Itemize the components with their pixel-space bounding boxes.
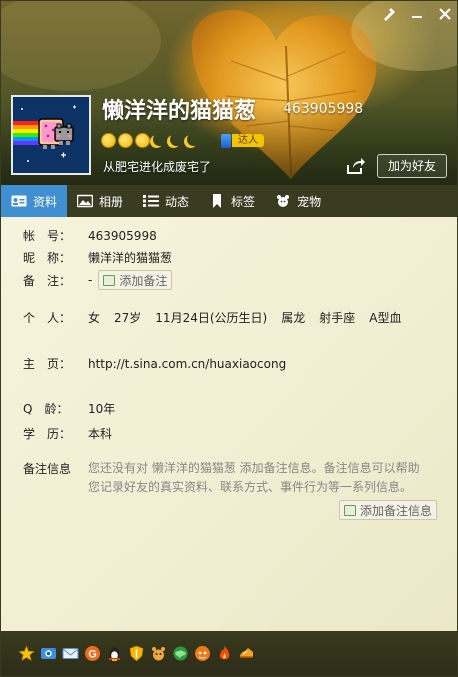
feed-icon (143, 194, 160, 208)
share-icon[interactable] (345, 156, 365, 176)
tab-profile[interactable]: 资料 (1, 185, 68, 217)
zodiac-value: 属龙 (281, 311, 306, 325)
birthday-value: 11月24日(公历生日) (155, 311, 268, 325)
moon-icon (186, 133, 201, 148)
education-label: 学 历： (23, 427, 72, 441)
account-label: 帐 号： (23, 229, 72, 243)
tag-icon (209, 194, 225, 208)
remark-label: 备 注： (23, 273, 72, 288)
homepage-link[interactable]: http://t.sina.com.cn/huaxiaocong (88, 357, 286, 371)
gender-value: 女 (88, 311, 101, 325)
tab-feed[interactable]: 动态 (133, 185, 199, 217)
fire-icon[interactable] (194, 645, 211, 662)
add-friend-button[interactable]: 加为好友 (377, 154, 447, 178)
remark-value: - (88, 273, 93, 287)
education-row: 学 历： 本科 (23, 425, 112, 442)
expert-badge[interactable]: 达人 (221, 133, 264, 148)
penguin-icon[interactable] (106, 645, 123, 662)
badge-label: 达人 (232, 134, 264, 147)
tab-bar: 资料 相册 动态 标签 宠物 (1, 185, 457, 217)
homepage-row: 主 页： http://t.sina.com.cn/huaxiaocong (23, 355, 286, 372)
constellation-value: 射手座 (319, 311, 356, 325)
add-remark-button[interactable]: 添加备注 (98, 270, 173, 290)
edit-note-icon (103, 274, 116, 286)
nickname-label: 昵 称： (23, 251, 72, 265)
qage-label: Q 龄： (23, 402, 69, 416)
pet-icon[interactable] (150, 645, 167, 662)
avatar[interactable] (11, 95, 91, 175)
tab-album[interactable]: 相册 (67, 185, 133, 217)
mail-icon[interactable] (62, 645, 79, 662)
star-icon[interactable] (18, 645, 35, 662)
nickname-value: 懒洋洋的猫猫葱 (88, 251, 173, 265)
nickname-row: 昵 称： 懒洋洋的猫猫葱 (23, 249, 172, 266)
qage-value: 10年 (88, 402, 116, 416)
shield-icon[interactable] (128, 645, 145, 662)
tab-label: 动态 (165, 194, 190, 209)
id-card-icon (11, 194, 27, 208)
homepage-label: 主 页： (23, 357, 72, 371)
add-note-info-label: 添加备注信息 (360, 503, 433, 518)
tab-tags[interactable]: 标签 (199, 185, 265, 217)
account-value: 463905998 (88, 228, 157, 243)
globe-icon[interactable] (172, 645, 189, 662)
skin-icon[interactable] (381, 7, 397, 23)
sun-icon (135, 133, 150, 148)
shoe-icon[interactable] (238, 645, 255, 662)
note-info-description: 您还没有对 懒洋洋的猫猫葱 添加备注信息。备注信息可以帮助您记录好友的真实资料、… (88, 461, 420, 494)
bottom-toolbar: G (1, 631, 457, 676)
flame-icon[interactable] (216, 645, 233, 662)
account-row: 帐 号： 463905998 (23, 227, 157, 244)
moon-icon (152, 133, 167, 148)
age-value: 27岁 (114, 311, 142, 325)
note-info-row: 备注信息 (23, 460, 88, 477)
tab-label: 标签 (231, 194, 256, 209)
g-icon[interactable]: G (84, 645, 101, 662)
pet-icon (275, 194, 291, 208)
window-controls (381, 7, 453, 23)
add-remark-label: 添加备注 (119, 273, 168, 288)
close-icon[interactable] (437, 7, 453, 23)
sun-icon (101, 133, 116, 148)
add-note-info-button[interactable]: 添加备注信息 (339, 500, 438, 520)
personal-row: 个 人： 女 27岁 11月24日(公历生日) 属龙 射手座 A型血 (23, 309, 415, 326)
profile-content: 帐 号： 463905998 昵 称： 懒洋洋的猫猫葱 备 注： - 添加备注 … (1, 217, 457, 631)
sun-icon (118, 133, 133, 148)
edit-note-icon (344, 504, 356, 516)
note-info-label: 备注信息 (23, 462, 72, 476)
qq-number: 463905998 (283, 101, 364, 117)
remark-row: 备 注： - 添加备注 (23, 270, 173, 290)
badge-icon (221, 133, 231, 148)
personal-label: 个 人： (23, 311, 72, 325)
svg-text:G: G (88, 649, 97, 661)
signature: 从肥宅进化成废宅了 (103, 160, 212, 174)
app-icon-row: G (18, 645, 255, 662)
tab-label: 相册 (99, 194, 124, 209)
photo-icon (76, 194, 94, 208)
tab-pet[interactable]: 宠物 (265, 185, 331, 217)
camera-icon[interactable] (40, 645, 57, 662)
moon-icon (169, 133, 184, 148)
profile-banner: 懒洋洋的猫猫葱 463905998 达人 从肥宅进化成废宅了 加为好友 (1, 1, 457, 185)
qq-level[interactable]: 达人 (101, 133, 264, 148)
qage-row: Q 龄： 10年 (23, 400, 115, 417)
education-value: 本科 (88, 427, 113, 441)
profile-window: 懒洋洋的猫猫葱 463905998 达人 从肥宅进化成废宅了 加为好友 资料 相… (0, 0, 458, 677)
minimize-icon[interactable] (409, 7, 425, 23)
tab-label: 宠物 (297, 194, 322, 209)
tab-label: 资料 (33, 194, 58, 209)
nickname-title: 懒洋洋的猫猫葱 (102, 99, 257, 124)
blood-type-value: A型血 (369, 311, 402, 325)
